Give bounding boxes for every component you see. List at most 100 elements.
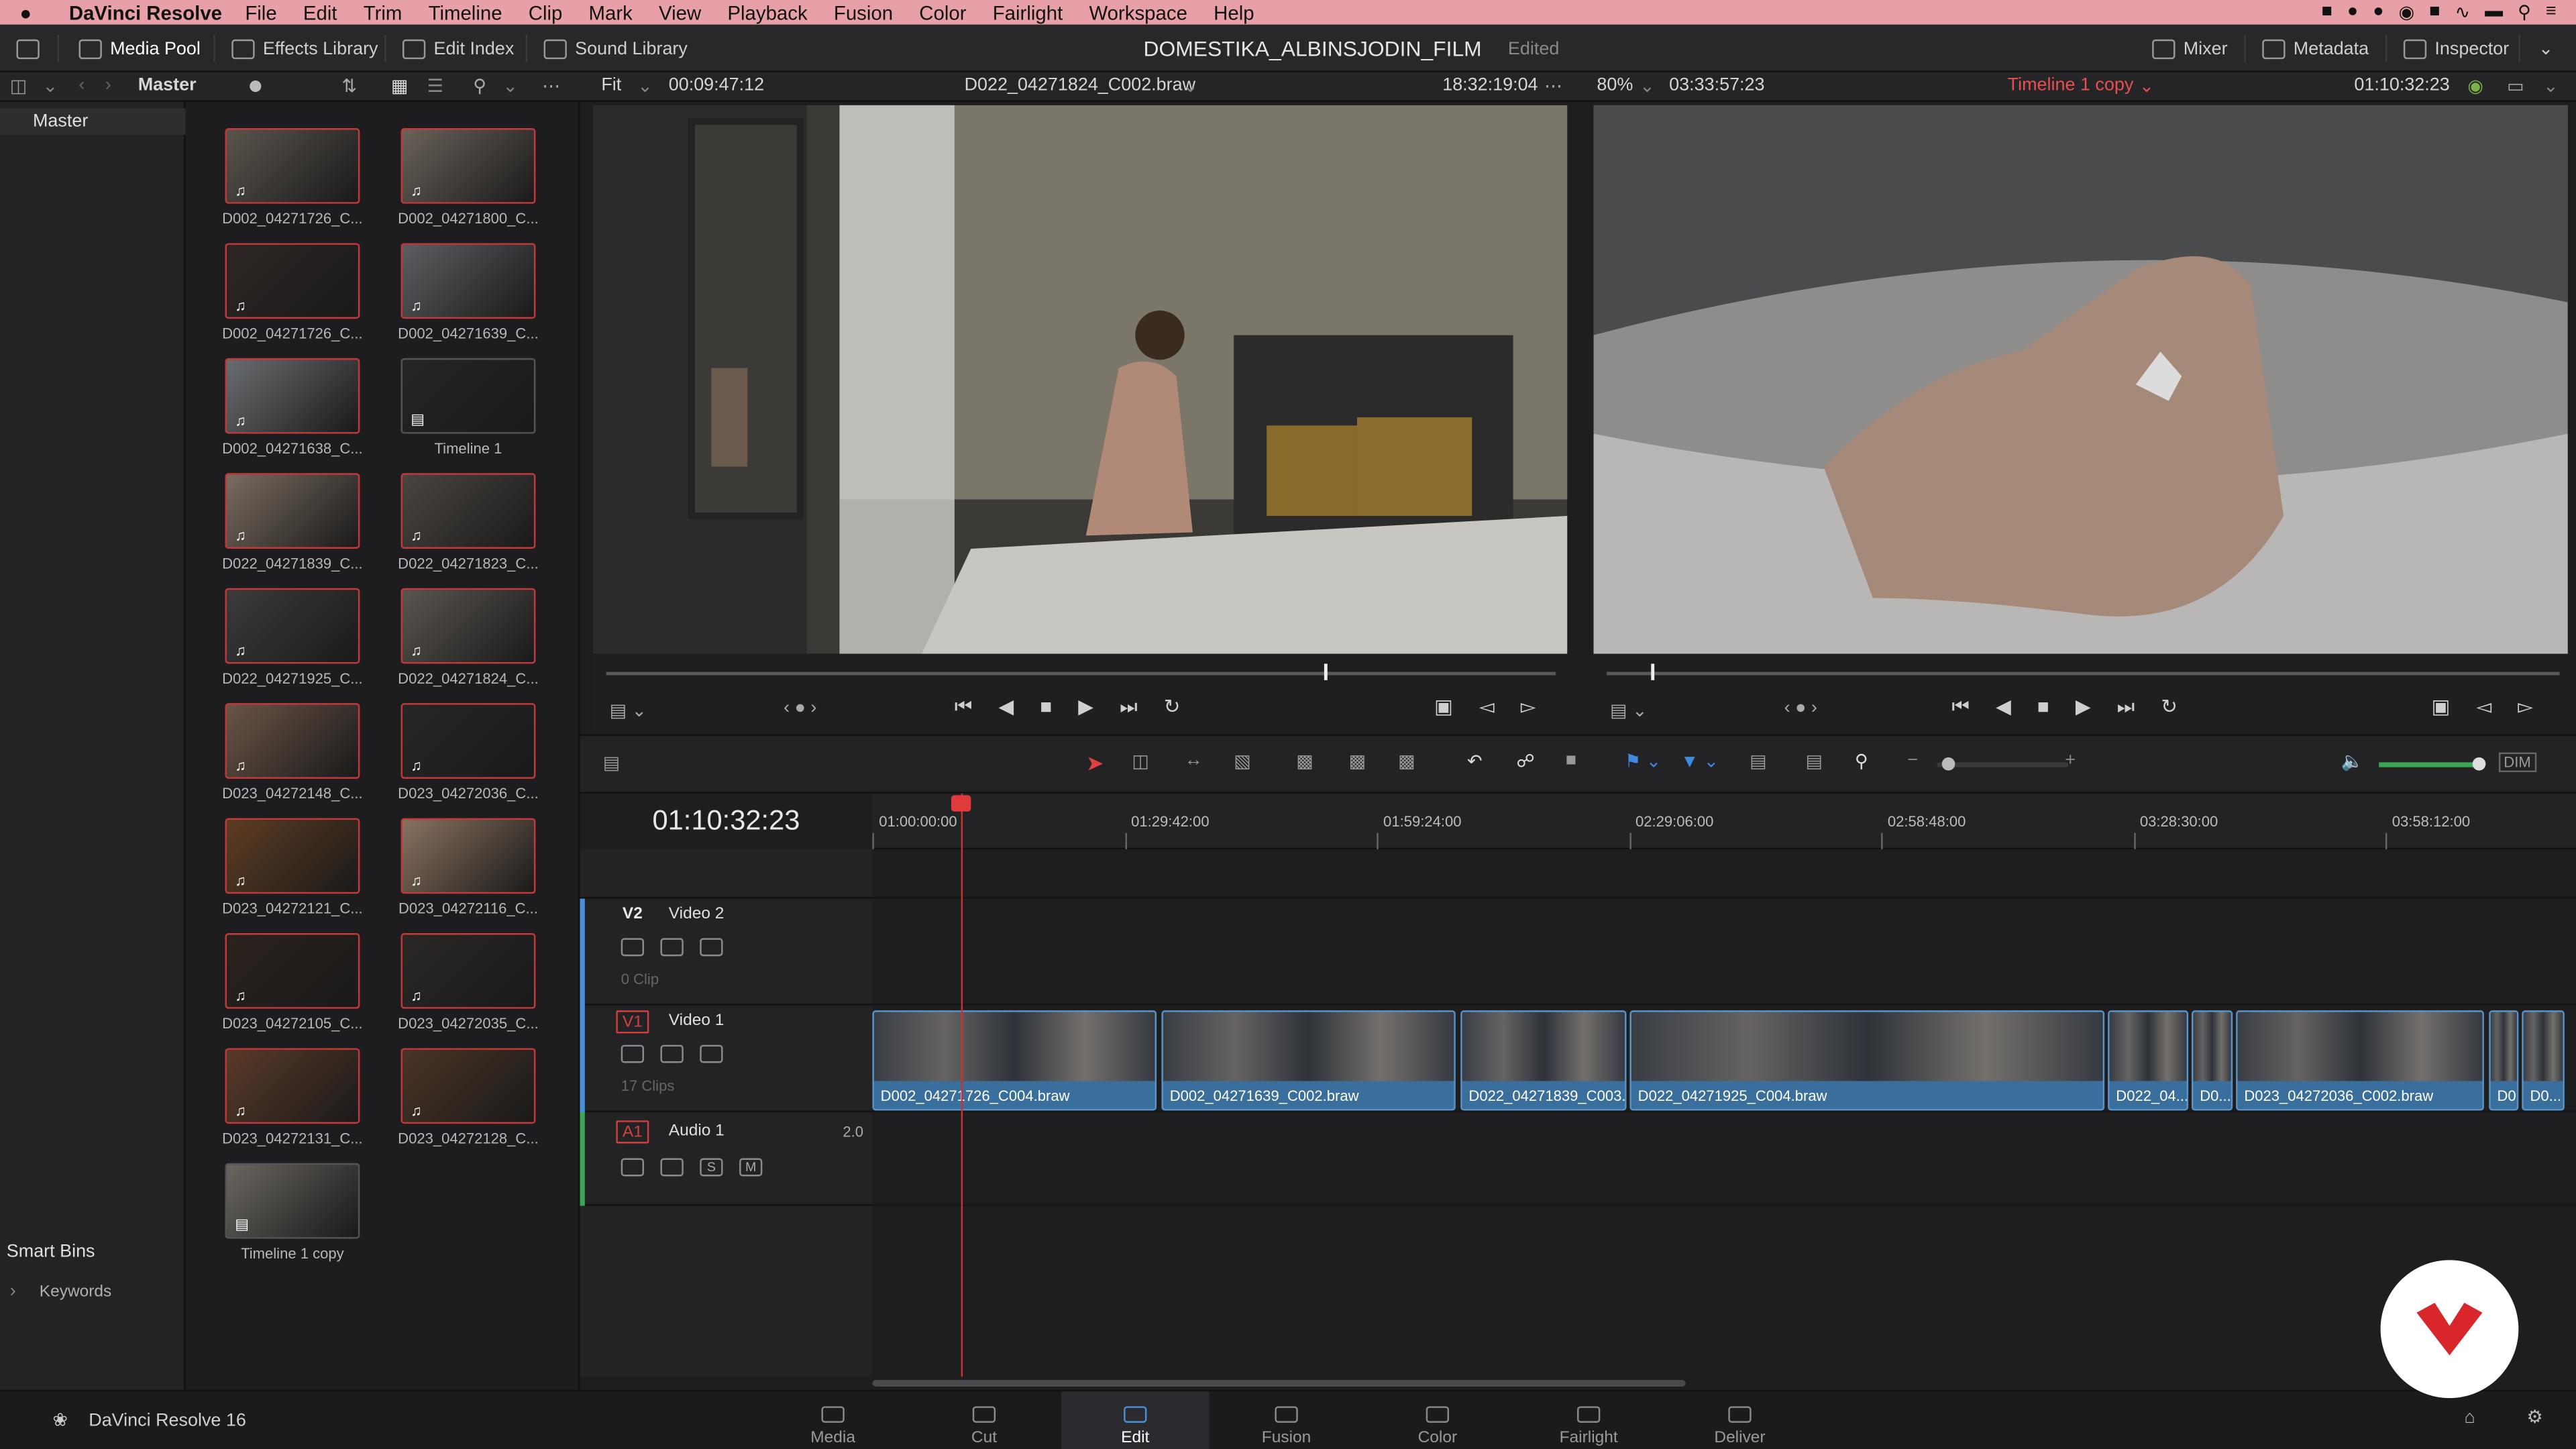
media-pool-clip[interactable]: ♫ D002_04271800_C... <box>378 128 558 227</box>
media-pool-clip[interactable]: ♫ D023_04272105_C... <box>202 933 382 1032</box>
flag-icon[interactable]: ⚑ ⌄ <box>1625 751 1661 772</box>
dynamic-trim-icon[interactable]: ↔ <box>1185 751 1203 770</box>
viewer-options-icon[interactable]: ▤ ⌄ <box>1610 700 1648 721</box>
loop-icon[interactable]: ↻ <box>2161 695 2178 720</box>
play-reverse-icon[interactable]: ◀ <box>999 695 1014 720</box>
menu-trim[interactable]: Trim <box>364 1 402 23</box>
grid-view-icon[interactable]: ▦ <box>391 76 408 97</box>
lock-icon[interactable] <box>621 938 645 957</box>
auto-select-icon[interactable] <box>660 938 684 957</box>
lock-icon[interactable] <box>621 1044 645 1063</box>
auto-select-icon[interactable] <box>660 1044 684 1063</box>
media-pool-clip[interactable]: ♫ D023_04272148_C... <box>202 703 382 802</box>
menu-mark[interactable]: Mark <box>589 1 633 23</box>
source-scrubber[interactable] <box>606 672 1556 676</box>
forward-icon[interactable]: › <box>105 76 111 95</box>
page-tab-fusion[interactable]: Fusion <box>1212 1391 1360 1449</box>
back-icon[interactable]: ‹ <box>79 76 85 95</box>
page-tab-media[interactable]: Media <box>759 1391 906 1449</box>
menu-app-name[interactable]: DaVinci Resolve <box>69 1 222 23</box>
track-name-v2[interactable]: Video 2 <box>669 905 724 923</box>
chevron-down-icon[interactable]: ⌄ <box>2543 76 2559 97</box>
zoom-out-icon[interactable]: − <box>1907 751 1918 770</box>
media-pool-clip[interactable]: ♫ D002_04271726_C... <box>202 243 382 341</box>
mark-in-icon[interactable]: ◅ <box>2476 695 2491 718</box>
chevron-down-icon[interactable]: ⌄ <box>637 76 653 97</box>
media-pool-clip[interactable]: ♫ D022_04271824_C... <box>378 588 558 687</box>
search-icon[interactable]: ⚲ <box>2518 1 2531 23</box>
mute-button[interactable]: M <box>739 1158 763 1177</box>
timeline-ruler[interactable]: 01:00:00:00 01:29:42:00 01:59:24:00 02:29:0… <box>872 793 2576 850</box>
collapse-icon[interactable]: ⌄ <box>2538 25 2554 72</box>
timeline-clip[interactable]: D0... <box>2489 1010 2519 1111</box>
mark-out-icon[interactable]: ▻ <box>1521 695 1536 718</box>
page-tab-cut[interactable]: Cut <box>910 1391 1058 1449</box>
timeline-clip[interactable]: D0... <box>2191 1010 2233 1111</box>
inspector-button[interactable]: Inspector <box>2403 25 2509 72</box>
stop-icon[interactable]: ■ <box>1040 695 1052 720</box>
viewer-zoom-fit[interactable]: Fit <box>601 76 621 95</box>
playhead-handle[interactable] <box>951 795 971 812</box>
timeline-view-options-icon[interactable]: ▤ <box>603 753 620 773</box>
wifi-icon[interactable]: ∿ <box>2455 1 2471 23</box>
source-viewer[interactable] <box>593 105 1568 654</box>
media-pool-button[interactable]: Media Pool <box>78 25 201 72</box>
chevron-down-icon[interactable]: ⌄ <box>1183 76 1198 97</box>
track-area-v2[interactable] <box>872 898 2576 1006</box>
timeline-scrollbar[interactable] <box>872 1380 1686 1387</box>
menu-list-icon[interactable]: ≡ <box>2546 1 2557 23</box>
timeline-clip[interactable]: D022_04271839_C003... <box>1460 1010 1627 1111</box>
timeline-empty-area[interactable] <box>872 849 2576 899</box>
menu-clip[interactable]: Clip <box>529 1 563 23</box>
blade-tool-icon[interactable]: ▧ <box>1234 751 1250 772</box>
timeline-scrubber[interactable] <box>1607 672 2560 676</box>
media-pool-clip[interactable]: ♫ D002_04271638_C... <box>202 358 382 457</box>
auto-select-icon[interactable] <box>660 1158 684 1177</box>
timeline-clip[interactable]: D023_04272036_C002.braw <box>2236 1010 2484 1111</box>
jog-control-icon[interactable]: ‹ ● › <box>784 698 816 718</box>
replace-clip-icon[interactable]: ▩ <box>1398 751 1415 772</box>
zoom-custom-icon[interactable]: ⚲ <box>1855 751 1868 772</box>
media-pool-clip[interactable]: ♫ D023_04272128_C... <box>378 1048 558 1146</box>
menu-fairlight[interactable]: Fairlight <box>993 1 1063 23</box>
thumb-size-slider[interactable] <box>250 80 262 93</box>
timeline-clip[interactable]: D0... <box>2522 1010 2565 1111</box>
match-frame-icon[interactable]: ▣ <box>1434 695 1453 718</box>
media-pool-clip[interactable]: ♫ D023_04272131_C... <box>202 1048 382 1146</box>
volume-slider[interactable] <box>2379 762 2478 767</box>
media-pool-clip[interactable]: ♫ D023_04272121_C... <box>202 818 382 917</box>
source-clip-name[interactable]: D022_04271824_C002.braw <box>965 76 1196 95</box>
flag-icon[interactable]: ▬ <box>2485 1 2503 23</box>
status-icon[interactable]: ■ <box>2429 1 2440 23</box>
timeline-clip[interactable]: D002_04271726_C004.braw <box>872 1010 1157 1111</box>
chevron-down-icon[interactable]: ⌄ <box>2139 76 2155 97</box>
menu-edit[interactable]: Edit <box>303 1 337 23</box>
page-tab-deliver[interactable]: Deliver <box>1666 1391 1813 1449</box>
edit-index-button[interactable]: Edit Index <box>402 25 514 72</box>
sidebar-toggle-icon[interactable]: ◫ <box>10 76 27 97</box>
media-pool-clip[interactable]: ▤ Timeline 1 copy <box>202 1163 382 1262</box>
timeline-timecode-display[interactable]: 01:10:32:23 <box>580 794 872 849</box>
status-icon[interactable]: ■ <box>2322 1 2332 23</box>
track-visibility-icon[interactable] <box>700 938 723 957</box>
jog-control-icon[interactable]: ‹ ● › <box>1784 698 1817 718</box>
menu-playback[interactable]: Playback <box>727 1 807 23</box>
timeline-viewer-playhead[interactable] <box>1651 663 1655 680</box>
timeline-playhead[interactable] <box>961 793 963 1377</box>
speaker-icon[interactable]: 🔈 <box>2341 751 2364 772</box>
mark-out-icon[interactable]: ▻ <box>2518 695 2533 718</box>
zoom-full-icon[interactable]: ▤ <box>1750 751 1766 772</box>
menu-fusion[interactable]: Fusion <box>834 1 893 23</box>
bin-master[interactable]: Master <box>0 108 186 135</box>
status-icon[interactable]: ● <box>2373 1 2383 23</box>
viewer-options-icon[interactable]: ▤ ⌄ <box>610 700 647 721</box>
more-options-icon[interactable]: ⋯ <box>1544 76 1562 97</box>
linked-selection-icon[interactable]: ☍ <box>1516 751 1534 772</box>
media-pool-clip[interactable]: ▤ Timeline 1 <box>378 358 558 457</box>
lock-icon[interactable] <box>621 1158 645 1177</box>
metadata-button[interactable]: Metadata <box>2262 25 2369 72</box>
track-tag-v2[interactable]: V2 <box>616 904 649 926</box>
overwrite-clip-icon[interactable]: ▩ <box>1349 751 1366 772</box>
page-tab-edit[interactable]: Edit <box>1061 1391 1210 1449</box>
menu-color[interactable]: Color <box>919 1 966 23</box>
